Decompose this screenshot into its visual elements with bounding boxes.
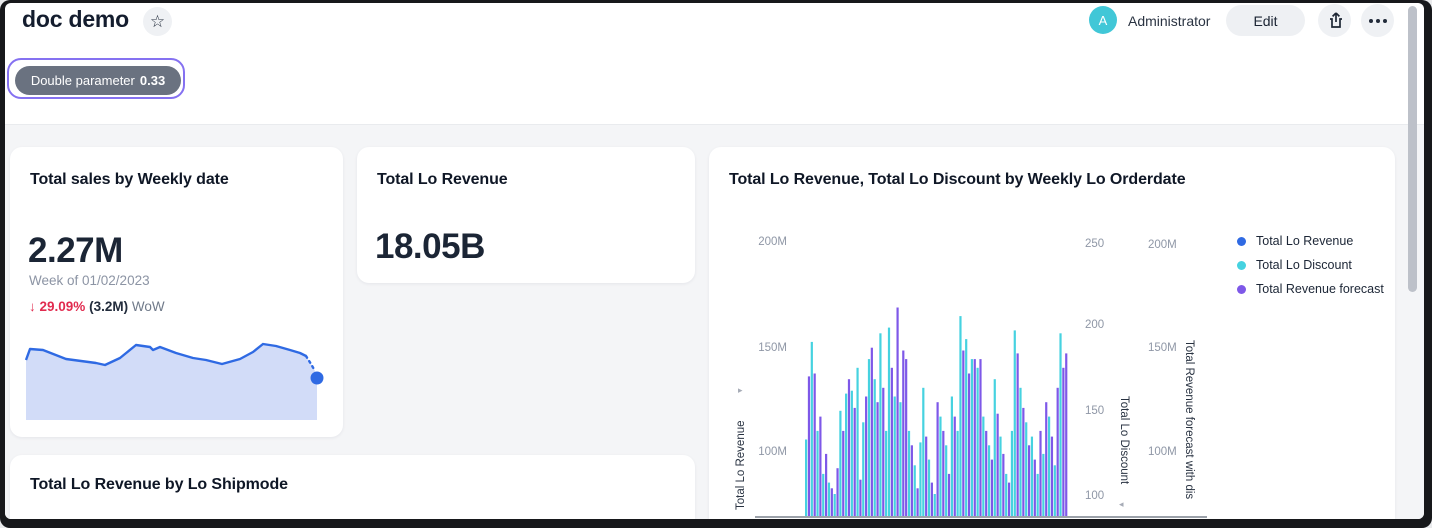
down-arrow-icon: ↓	[29, 299, 36, 314]
edit-button[interactable]: Edit	[1226, 5, 1305, 36]
legend-dot-purple	[1237, 285, 1246, 294]
card-title: Total Lo Revenue	[377, 171, 508, 189]
y1-tick: 200M	[755, 236, 787, 248]
parameter-label: Double parameter	[31, 73, 135, 88]
double-parameter-chip[interactable]: Double parameter 0.33	[7, 58, 185, 99]
axis-expand-left-icon[interactable]: ◂	[1119, 499, 1124, 510]
kpi-change: ↓ 29.09% (3.2M) WoW	[29, 299, 165, 314]
y3-axis-label: Total Revenue forecast with dis	[1183, 340, 1195, 519]
app-window: doc demo ☆ A Administrator Edit Double p…	[0, 0, 1432, 528]
x-axis-line	[755, 516, 1207, 518]
y1-tick: 100M	[755, 446, 787, 458]
parameter-value: 0.33	[140, 73, 165, 88]
y2-tick: 150	[1085, 405, 1104, 417]
avatar[interactable]: A	[1089, 6, 1117, 34]
card-total-sales: Total sales by Weekly date 2.27M Week of…	[10, 147, 343, 437]
user-name: Administrator	[1128, 13, 1210, 29]
card-title: Total sales by Weekly date	[30, 171, 229, 189]
combo-bar-chart[interactable]	[805, 230, 1068, 517]
share-icon	[1327, 12, 1343, 29]
star-icon: ☆	[150, 12, 165, 32]
y3-tick: 100M	[1148, 446, 1177, 458]
card-title: Total Lo Revenue, Total Lo Discount by W…	[729, 171, 1186, 189]
y1-tick: 150M	[755, 342, 787, 354]
card-total-lo-revenue: Total Lo Revenue 18.05B	[357, 147, 695, 283]
y2-tick: 200	[1085, 319, 1104, 331]
legend-item[interactable]: Total Revenue forecast	[1237, 277, 1384, 301]
legend-item[interactable]: Total Lo Discount	[1237, 253, 1384, 277]
y2-axis-label: Total Lo Discount	[1118, 396, 1130, 501]
avatar-initial: A	[1099, 13, 1108, 28]
y2-tick: 100	[1085, 490, 1104, 502]
legend-dot-cyan	[1237, 261, 1246, 270]
favorite-button[interactable]: ☆	[143, 7, 172, 36]
ellipsis-icon	[1369, 19, 1373, 23]
y3-tick: 150M	[1148, 342, 1177, 354]
card-shipmode: Total Lo Revenue by Lo Shipmode	[10, 455, 695, 519]
change-absolute: (3.2M)	[89, 299, 128, 314]
y1-axis-label: Total Lo Revenue	[735, 400, 747, 510]
share-button[interactable]	[1318, 4, 1351, 37]
y3-tick: 200M	[1148, 239, 1177, 251]
legend-dot-blue	[1237, 237, 1246, 246]
sales-sparkline-chart[interactable]	[26, 340, 322, 420]
chart-legend: Total Lo Revenue Total Lo Discount Total…	[1237, 229, 1384, 301]
y2-tick: 250	[1085, 238, 1104, 250]
kpi-value: 2.27M	[28, 231, 123, 271]
vertical-scrollbar[interactable]	[1408, 6, 1417, 292]
legend-item[interactable]: Total Lo Revenue	[1237, 229, 1384, 253]
kpi-value: 18.05B	[375, 227, 485, 267]
kpi-subtitle: Week of 01/02/2023	[29, 273, 150, 288]
card-combo-chart: Total Lo Revenue, Total Lo Discount by W…	[709, 147, 1395, 519]
card-title: Total Lo Revenue by Lo Shipmode	[30, 476, 288, 494]
page-title: doc demo	[22, 6, 129, 33]
change-period: WoW	[132, 299, 165, 314]
more-menu-button[interactable]	[1361, 4, 1394, 37]
axis-expand-right-icon[interactable]: ▸	[738, 385, 743, 396]
change-percent: 29.09%	[40, 299, 86, 314]
